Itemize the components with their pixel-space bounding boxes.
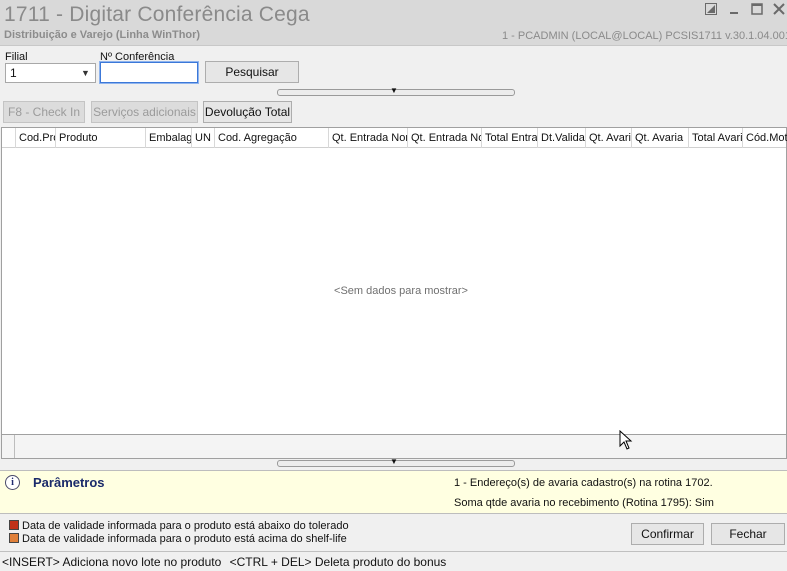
column-header[interactable]: Produto <box>55 128 145 148</box>
close-button[interactable]: Fechar <box>711 523 785 545</box>
empty-grid-message: <Sem dados para mostrar> <box>334 285 468 297</box>
status-hint-delete: <CTRL + DEL> Deleta produto do bonus <box>229 555 447 569</box>
orange-swatch-icon <box>9 533 19 543</box>
status-bar: <INSERT> Adiciona novo lote no produto <… <box>0 551 787 571</box>
red-swatch-icon <box>9 520 19 530</box>
title-bar: 1711 - Digitar Conferência Cega Distribu… <box>0 0 787 46</box>
search-button[interactable]: Pesquisar <box>205 61 299 83</box>
chevron-down-icon: ▼ <box>390 86 398 95</box>
grid-indicator-header <box>2 128 15 148</box>
maximize-icon[interactable] <box>749 3 765 19</box>
column-header[interactable]: Total Entrada <box>481 128 537 148</box>
close-icon[interactable] <box>771 3 787 19</box>
conferencia-input[interactable] <box>99 61 199 84</box>
checkin-button[interactable]: F8 - Check In <box>3 101 85 123</box>
window-title: 1711 - Digitar Conferência Cega <box>4 3 310 26</box>
column-header[interactable]: Qt. Avaria <box>585 128 631 148</box>
params-line-2: Soma qtde avaria no recebimento (Rotina … <box>454 497 714 509</box>
legend-text: Data de validade informada para o produt… <box>22 520 349 532</box>
window-subtitle: Distribuição e Varejo (Linha WinThor) <box>4 29 201 41</box>
params-line-1: 1 - Endereço(s) de avaria cadastro(s) na… <box>454 477 713 489</box>
dock-icon[interactable] <box>703 3 719 19</box>
status-hint-insert: <INSERT> Adiciona novo lote no produto <box>2 555 222 569</box>
column-header[interactable]: Total Avaria <box>688 128 742 148</box>
grid-footer-indicator <box>2 435 15 458</box>
minimize-icon[interactable] <box>726 3 742 19</box>
column-header[interactable]: Qt. Entrada Normal <box>328 128 407 148</box>
servicos-adicionais-button[interactable]: Serviços adicionais <box>91 101 198 123</box>
column-header[interactable]: Qt. Avaria <box>631 128 688 148</box>
grid-footer <box>2 434 786 458</box>
params-title: Parâmetros <box>33 475 105 490</box>
legend-item-above-shelf-life: Data de validade informada para o produt… <box>9 533 347 545</box>
params-panel: i Parâmetros 1 - Endereço(s) de avaria c… <box>0 470 787 514</box>
top-splitter[interactable]: ▼ <box>277 86 515 96</box>
legend-text: Data de validade informada para o produt… <box>22 533 347 545</box>
confirm-button[interactable]: Confirmar <box>631 523 704 545</box>
column-header[interactable]: Cod.Prod <box>15 128 55 148</box>
legend-item-below-tolerance: Data de validade informada para o produt… <box>9 520 349 532</box>
filial-label: Filial <box>5 51 28 63</box>
products-grid[interactable]: Cod.Prod Produto Embalagem UN Cod. Agreg… <box>1 127 787 459</box>
chevron-down-icon: ▼ <box>390 457 398 466</box>
user-info: 1 - PCADMIN (LOCAL@LOCAL) PCSIS1711 v.30… <box>502 30 787 42</box>
filial-select[interactable]: 1 ▼ <box>5 63 96 83</box>
column-header[interactable]: Cód.Motivo <box>742 128 787 148</box>
mouse-cursor-icon <box>619 429 633 453</box>
devolucao-total-button[interactable]: Devolução Total <box>203 101 292 123</box>
chevron-down-icon[interactable]: ▼ <box>79 66 92 80</box>
info-icon: i <box>5 475 20 490</box>
bottom-splitter[interactable]: ▼ <box>277 457 515 467</box>
filial-value: 1 <box>10 66 17 80</box>
column-header[interactable]: Cod. Agregação <box>214 128 328 148</box>
grid-header: Cod.Prod Produto Embalagem UN Cod. Agreg… <box>2 128 787 148</box>
column-header[interactable]: Qt. Entrada Normal <box>407 128 481 148</box>
column-header[interactable]: UN <box>191 128 214 148</box>
column-header[interactable]: Embalagem <box>145 128 191 148</box>
column-header[interactable]: Dt.Validade <box>537 128 585 148</box>
